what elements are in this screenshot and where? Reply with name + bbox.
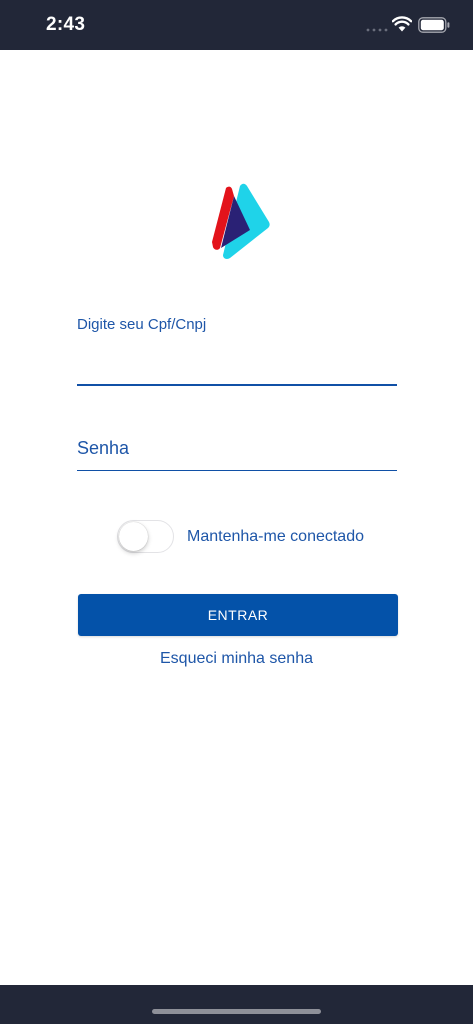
battery-icon: [418, 17, 450, 33]
wifi-icon: [392, 16, 412, 32]
cpf-underline: [77, 384, 397, 386]
signal-bars-icon: [366, 28, 388, 32]
home-indicator[interactable]: [152, 1009, 321, 1014]
password-input[interactable]: [77, 428, 397, 468]
password-field: [77, 428, 397, 471]
remember-me-toggle[interactable]: [117, 520, 174, 553]
password-underline: [77, 470, 397, 471]
status-time: 2:43: [46, 14, 86, 35]
toggle-knob: [119, 522, 148, 551]
status-bar: 2:43: [0, 0, 473, 50]
brand-logo-icon: [212, 183, 270, 259]
bottom-bar: [0, 985, 473, 1024]
cpf-field: Digite seu Cpf/Cnpj: [77, 312, 397, 386]
remember-me-label: Mantenha-me conectado: [187, 528, 364, 545]
forgot-password-link[interactable]: Esqueci minha senha: [0, 650, 473, 668]
cpf-input[interactable]: [77, 348, 397, 382]
remember-me-row: Mantenha-me conectado: [117, 520, 397, 556]
login-screen: 2:43 Digite seu Cpf/Cnpj Mantenha-me con…: [0, 0, 473, 1024]
cpf-label: Digite seu Cpf/Cnpj: [77, 316, 207, 333]
login-button[interactable]: ENTRAR: [78, 594, 398, 636]
